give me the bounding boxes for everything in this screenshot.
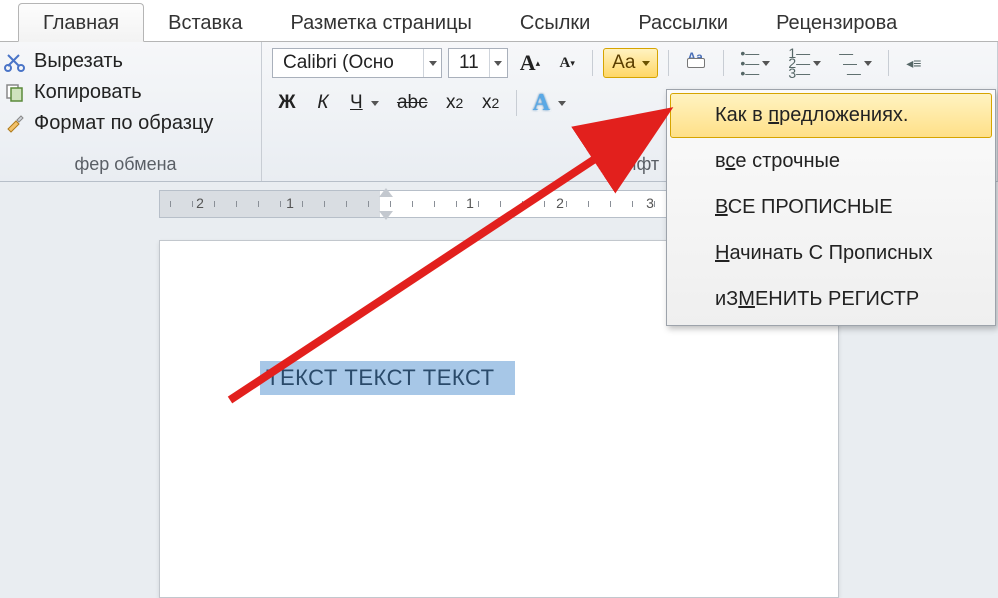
chevron-down-icon[interactable]: [423, 49, 441, 77]
shrink-font-icon: A: [559, 55, 570, 72]
format-painter-label: Формат по образцу: [34, 112, 213, 135]
tab-insert[interactable]: Вставка: [144, 4, 266, 41]
font-size-combo[interactable]: 11: [448, 48, 508, 78]
bullets-icon: •—•—•—: [740, 48, 759, 78]
superscript-icon: x: [482, 92, 492, 114]
change-case-menu: Как в предложениях. все строчные ВСЕ ПРО…: [666, 89, 996, 326]
decrease-indent-button[interactable]: ◂≡: [899, 48, 929, 78]
cut-button[interactable]: Вырезать: [0, 48, 251, 75]
group-clipboard-label: фер обмена: [0, 152, 251, 179]
bold-button[interactable]: Ж: [272, 88, 302, 118]
bullets-button[interactable]: •—•—•—: [734, 48, 776, 78]
copy-button[interactable]: Копировать: [0, 79, 251, 106]
separator: [516, 90, 517, 116]
tab-mailings[interactable]: Рассылки: [614, 4, 752, 41]
decrease-indent-icon: ◂≡: [906, 58, 921, 68]
numbering-icon: 1—2—3—: [788, 48, 810, 78]
chevron-down-icon[interactable]: [639, 61, 653, 66]
numbering-button[interactable]: 1—2—3—: [782, 48, 827, 78]
subscript-button[interactable]: x2: [440, 88, 470, 118]
ribbon-tabs: Главная Вставка Разметка страницы Ссылки…: [0, 0, 998, 42]
superscript-button[interactable]: x2: [476, 88, 506, 118]
clear-formatting-button[interactable]: Aa: [679, 48, 713, 78]
strikethrough-button[interactable]: abc: [391, 88, 434, 118]
group-clipboard: Вырезать Копировать Формат по образцу фе…: [0, 42, 262, 181]
grow-font-button[interactable]: A▴: [514, 48, 546, 78]
eraser-icon: Aa: [685, 54, 707, 72]
tab-home[interactable]: Главная: [18, 3, 144, 42]
font-family-value: Calibri (Осно: [273, 52, 423, 74]
multilevel-list-button[interactable]: — — —: [833, 48, 878, 78]
copy-label: Копировать: [34, 81, 142, 104]
scissors-icon: [4, 51, 26, 73]
underline-icon: Ч: [350, 92, 363, 114]
italic-button[interactable]: К: [308, 88, 338, 118]
shrink-font-button[interactable]: A▾: [552, 48, 582, 78]
cut-label: Вырезать: [34, 50, 123, 73]
text-effects-icon: A: [533, 90, 550, 117]
menu-lowercase[interactable]: все строчные: [670, 139, 992, 184]
bold-icon: Ж: [278, 92, 295, 114]
subscript-icon: x: [446, 92, 456, 114]
font-family-combo[interactable]: Calibri (Осно: [272, 48, 442, 78]
separator: [723, 50, 724, 76]
menu-toggle-case[interactable]: иЗМЕНИТЬ РЕГИСТР: [670, 277, 992, 322]
chevron-down-icon[interactable]: [489, 49, 507, 77]
font-size-value: 11: [449, 52, 489, 74]
menu-sentence-case[interactable]: Как в предложениях.: [670, 93, 992, 138]
separator: [888, 50, 889, 76]
format-painter-button[interactable]: Формат по образцу: [0, 110, 251, 137]
tab-references[interactable]: Ссылки: [496, 4, 614, 41]
paintbrush-icon: [4, 113, 26, 135]
copy-icon: [4, 82, 26, 104]
tab-page-layout[interactable]: Разметка страницы: [266, 4, 495, 41]
text-selection[interactable]: ТЕКСТ ТЕКСТ ТЕКСТ: [260, 361, 515, 395]
multilevel-icon: — — —: [839, 48, 861, 78]
underline-button[interactable]: Ч: [344, 88, 385, 118]
separator: [668, 50, 669, 76]
first-line-indent-marker[interactable]: [379, 188, 393, 197]
selected-text: ТЕКСТ ТЕКСТ ТЕКСТ: [266, 365, 495, 390]
strike-icon: abc: [397, 92, 428, 114]
change-case-icon: Aa: [612, 52, 635, 74]
separator: [592, 50, 593, 76]
left-indent-marker[interactable]: [379, 211, 393, 220]
menu-uppercase[interactable]: ВСЕ ПРОПИСНЫЕ: [670, 185, 992, 230]
change-case-button[interactable]: Aa: [603, 48, 658, 78]
menu-capitalize-each-word[interactable]: Начинать С Прописных: [670, 231, 992, 276]
grow-font-icon: A: [520, 50, 536, 76]
tab-review[interactable]: Рецензирова: [752, 4, 921, 41]
text-effects-button[interactable]: A: [527, 88, 573, 118]
italic-icon: К: [317, 92, 328, 114]
